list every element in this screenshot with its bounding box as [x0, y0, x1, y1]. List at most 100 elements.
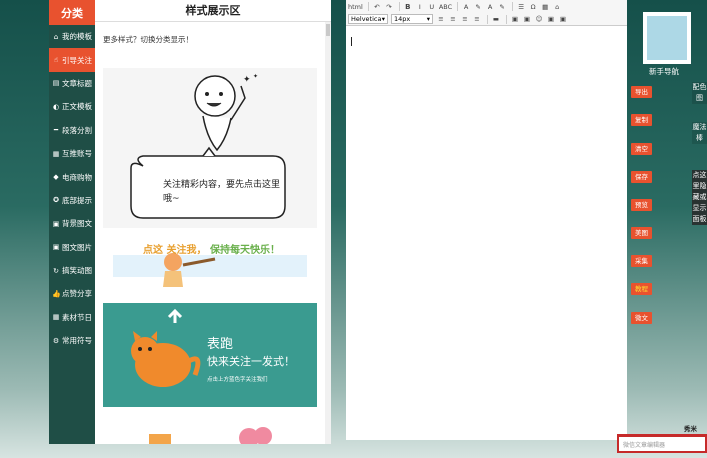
vtab3-label: 点这里隐藏或显示面板: [692, 171, 707, 223]
action-button[interactable]: 清空: [631, 143, 652, 155]
file-icon: ▤: [52, 79, 60, 88]
text-caret[interactable]: [351, 37, 352, 46]
style-card-cat[interactable]: 表跑 快来关注一发式！ 点击上方蓝色字关注我们: [103, 303, 317, 407]
category-item[interactable]: ⚙ 常用符号: [49, 329, 95, 352]
action-button[interactable]: 预览: [631, 199, 652, 211]
toolbar-button[interactable]: Ω: [528, 2, 538, 12]
category-item[interactable]: ◐ 正文模板: [49, 95, 95, 118]
category-item[interactable]: ▦ 互推账号: [49, 142, 95, 165]
toolbar-button[interactable]: ☰: [516, 2, 526, 12]
toolbar-button[interactable]: ≡: [436, 14, 446, 24]
category-item-label: 互推账号: [62, 149, 92, 159]
card3-title: 表跑: [207, 337, 234, 352]
category-item[interactable]: ⌂ 我的模板: [49, 25, 95, 48]
style-panel-title: 样式展示区: [95, 0, 331, 22]
toolbar-separator: [398, 2, 400, 11]
toolbar-button[interactable]: ▬: [491, 14, 501, 24]
toolbar-separator: [506, 14, 507, 24]
calendar-icon: ▦: [52, 313, 60, 322]
category-item-label: 正文模板: [62, 102, 92, 112]
category-item[interactable]: ━ 段落分割: [49, 119, 95, 142]
home-icon: ⌂: [53, 32, 59, 41]
toolbar-button[interactable]: ▦: [540, 2, 550, 12]
action-button[interactable]: 导出: [631, 86, 652, 98]
category-item[interactable]: 👍 点赞分享: [49, 282, 95, 305]
category-item[interactable]: ▦ 素材节日: [49, 306, 95, 329]
font-size-value: 14px: [394, 15, 411, 23]
category-sidebar: 分类 ⌂ 我的模板 ☝ 引导关注 ▤ 文章标题 ◐ 正文模板 ━ 段落分割 ▦ 互推账号 ◆ 电商购物 ✪ 底…: [49, 0, 95, 444]
picture-icon: ▣: [52, 243, 60, 252]
font-family-select[interactable]: Helvetica ▾: [348, 14, 388, 24]
toolbar-button[interactable]: ↶: [372, 2, 382, 12]
category-item-label: 搞笑动图: [62, 266, 92, 276]
toolbar-button[interactable]: ⌂: [552, 2, 562, 12]
style-card-partial[interactable]: [103, 416, 317, 444]
toolbar-button[interactable]: ▣: [510, 14, 520, 24]
toolbar-button[interactable]: ↷: [384, 2, 394, 12]
card2-text-b: 关注我，: [166, 245, 207, 256]
toolbar-button[interactable]: ABC: [439, 2, 452, 12]
category-item[interactable]: ▣ 背景图文: [49, 212, 95, 235]
action-button[interactable]: 复制: [631, 114, 652, 126]
toolbar-button[interactable]: ▣: [522, 14, 532, 24]
toolbar-button[interactable]: U: [427, 2, 437, 12]
toolbar-separator: [512, 2, 514, 11]
toggle-panel-tab[interactable]: 点这里隐藏或显示面板: [692, 170, 707, 225]
svg-text:✦: ✦: [243, 75, 251, 85]
font-family-value: Helvetica: [351, 15, 382, 23]
toolbar-button[interactable]: ☺: [534, 14, 544, 24]
category-list: ⌂ 我的模板 ☝ 引导关注 ▤ 文章标题 ◐ 正文模板 ━ 段落分割 ▦ 互推账号 ◆ 电商购物 ✪ 底部提示…: [49, 25, 95, 352]
category-item-label: 段落分割: [62, 125, 92, 135]
color-scheme-tab[interactable]: 配色图: [692, 82, 707, 104]
toolbar-button[interactable]: I: [415, 2, 425, 12]
toolbar-button[interactable]: A: [485, 2, 495, 12]
qr-code-image: [647, 16, 687, 60]
category-item-label: 文章标题: [62, 78, 92, 88]
category-item-label: 底部提示: [62, 195, 92, 205]
toolbar-button[interactable]: ≡: [472, 14, 482, 24]
toolbar-button[interactable]: ≡: [448, 14, 458, 24]
toolbar-button[interactable]: html: [348, 2, 363, 12]
like-icon: 👍: [52, 289, 61, 298]
category-item[interactable]: ▣ 图文图片: [49, 236, 95, 259]
magic-wand-tab[interactable]: 魔法棒: [692, 122, 707, 144]
action-button[interactable]: 微文: [631, 312, 652, 324]
toolbar-separator: [487, 14, 488, 24]
style-card-follow-bubble[interactable]: ✦ ✦ 关注精彩内容，要先点击这里哦~: [103, 68, 317, 228]
font-size-select[interactable]: 14px ▾: [391, 14, 433, 24]
toolbar-button[interactable]: ▣: [546, 14, 556, 24]
toolbar-button[interactable]: ≡: [460, 14, 470, 24]
category-item-label: 我的模板: [62, 32, 92, 42]
toolbar-button[interactable]: ✎: [497, 2, 507, 12]
category-item[interactable]: ☝ 引导关注: [49, 48, 95, 72]
brand-logo: 秀米: [684, 425, 697, 433]
category-item-label: 点赞分享: [62, 289, 92, 299]
category-item[interactable]: ◆ 电商购物: [49, 165, 95, 188]
toolbar-button[interactable]: ▣: [558, 14, 568, 24]
scrollbar-thumb[interactable]: [326, 24, 330, 36]
style-panel-scrollbar[interactable]: [325, 22, 331, 444]
category-item[interactable]: ↻ 搞笑动图: [49, 259, 95, 282]
beginner-guide-link[interactable]: 新手导航: [649, 66, 679, 77]
toolbar-button[interactable]: B: [403, 2, 413, 12]
action-button[interactable]: 保存: [631, 171, 652, 183]
editor-search-box[interactable]: 微信文章编辑器: [617, 434, 707, 453]
more-styles-link[interactable]: 更多样式？切换分类显示！: [103, 34, 193, 45]
category-item[interactable]: ▤ 文章标题: [49, 72, 95, 95]
style-panel: 样式展示区 更多样式？切换分类显示！ ✦ ✦ 关注精彩内容，要先点击这里哦~ 点…: [95, 0, 331, 444]
svg-text:✦: ✦: [253, 73, 258, 80]
action-button[interactable]: 采集: [631, 255, 652, 267]
toolbar-button[interactable]: ✎: [473, 2, 483, 12]
style-card-follow-banner[interactable]: 点这 关注我， 保持每天快乐！: [103, 237, 317, 294]
toolbar-separator: [457, 2, 459, 11]
qr-code: [643, 12, 691, 64]
card2-text-c: 保持每天快乐！: [209, 245, 280, 256]
rich-text-editor: html ↶ ↷ B I U ABC A ✎ A ✎ ☰ Ω ▦ ⌂ Helvetica ▾ 14px ▾ ≡ ≡…: [346, 0, 627, 440]
card3-subtitle: 快来关注一发式！: [207, 355, 295, 368]
toolbar-button[interactable]: A: [461, 2, 471, 12]
font-family-chevron-icon: ▾: [381, 15, 385, 23]
action-button[interactable]: 美图: [631, 227, 652, 239]
category-item-label: 素材节日: [62, 312, 92, 322]
action-button[interactable]: 教程: [631, 283, 652, 295]
category-item[interactable]: ✪ 底部提示: [49, 189, 95, 212]
